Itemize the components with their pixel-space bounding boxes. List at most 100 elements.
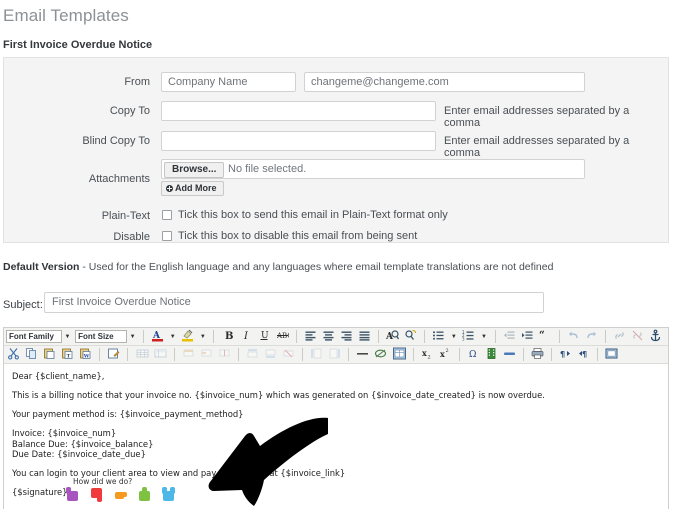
text-color-icon[interactable]: A [150, 329, 165, 344]
special-character-icon[interactable]: Ω [466, 347, 481, 362]
insert-row-before-icon[interactable] [245, 347, 260, 362]
hand-shape [163, 491, 175, 501]
toolbar-divider [494, 330, 496, 343]
editor-toolbar-row-1: Font Family▼ Font Size▼ A ▼ ▼ B I U ABC … [4, 328, 668, 346]
subject-label: Subject: [3, 299, 43, 311]
from-name-input[interactable]: Company Name [161, 72, 296, 92]
align-center-icon[interactable] [321, 329, 336, 344]
paste-icon[interactable] [42, 347, 57, 362]
rating-good[interactable] [138, 487, 151, 502]
insert-date-icon[interactable] [502, 347, 517, 362]
text-color-dropdown-icon[interactable]: ▼ [168, 330, 177, 343]
email-greeting: Dear {$client_name}, [12, 371, 105, 381]
subscript-icon[interactable]: x2 [420, 347, 435, 362]
email-template-page: Email Templates First Invoice Overdue No… [0, 0, 675, 509]
anchor-icon[interactable] [648, 329, 663, 344]
svg-text:2: 2 [427, 355, 430, 361]
blockquote-icon[interactable]: “ [538, 329, 553, 344]
print-icon[interactable] [530, 347, 545, 362]
paste-word-icon[interactable]: W [78, 347, 93, 362]
italic-icon[interactable]: I [239, 329, 254, 344]
remove-format-icon[interactable] [373, 347, 388, 362]
plain-text-checkbox[interactable] [162, 210, 172, 220]
toolbar-divider [597, 348, 599, 361]
font-family-dropdown-icon[interactable]: ▼ [63, 330, 72, 343]
bullet-list-icon[interactable] [431, 329, 446, 344]
insert-column-before-icon[interactable] [309, 347, 324, 362]
insert-row-after-icon[interactable] [263, 347, 278, 362]
add-more-attachment-button[interactable]: Add More [161, 181, 224, 196]
fullscreen-icon[interactable] [604, 347, 619, 362]
toolbar-divider [412, 348, 414, 361]
svg-text:2: 2 [445, 348, 448, 354]
hand-shape [67, 491, 78, 501]
underline-icon[interactable]: U [257, 329, 272, 344]
insert-table-icon[interactable] [135, 347, 150, 362]
cut-icon[interactable] [6, 347, 21, 362]
visual-aid-icon[interactable] [392, 347, 407, 362]
undo-icon[interactable] [566, 329, 581, 344]
paste-text-icon[interactable]: T [60, 347, 75, 362]
email-paragraph-1: This is a billing notice that your invoi… [12, 390, 545, 400]
link-icon[interactable] [612, 329, 627, 344]
bold-icon[interactable]: B [221, 329, 236, 344]
redo-icon[interactable] [584, 329, 599, 344]
rating-bad[interactable] [90, 487, 103, 502]
superscript-icon[interactable]: x2 [438, 347, 453, 362]
plain-text-checkbox-text: Tick this box to send this email in Plai… [178, 209, 448, 221]
insert-column-after-icon[interactable] [327, 347, 342, 362]
toolbar-divider [302, 348, 304, 361]
image-icon[interactable] [666, 329, 668, 344]
cell-properties-icon[interactable] [199, 347, 214, 362]
font-family-select[interactable]: Font Family [6, 330, 62, 343]
invoice-number-line: Invoice: {$invoice_num} [12, 428, 117, 438]
background-color-dropdown-icon[interactable]: ▼ [198, 330, 207, 343]
attachment-file-input[interactable]: Browse... No file selected. [161, 159, 585, 179]
editor-toolbar-row-2: T W x2 x2 Ω ¶ ¶ [4, 346, 668, 364]
hand-shape [139, 491, 151, 501]
browse-button[interactable]: Browse... [164, 162, 225, 178]
toolbar-divider [213, 330, 215, 343]
unlink-icon[interactable] [630, 329, 645, 344]
edit-icon[interactable] [106, 347, 121, 362]
bullet-list-dropdown-icon[interactable]: ▼ [449, 330, 458, 343]
subject-input[interactable]: First Invoice Overdue Notice [44, 292, 544, 313]
rtl-icon[interactable]: ¶ [576, 347, 591, 362]
ltr-icon[interactable]: ¶ [558, 347, 573, 362]
table-properties-icon[interactable] [153, 347, 168, 362]
disable-checkbox[interactable] [162, 231, 172, 241]
delete-row-icon[interactable] [281, 347, 296, 362]
rating-great[interactable] [162, 487, 176, 502]
horizontal-rule-icon[interactable] [355, 347, 370, 362]
merge-cells-icon[interactable] [217, 347, 232, 362]
blind-copy-to-input[interactable] [161, 131, 436, 151]
rating-awful[interactable] [66, 487, 79, 502]
align-left-icon[interactable] [303, 329, 318, 344]
align-right-icon[interactable] [339, 329, 354, 344]
font-size-dropdown-icon[interactable]: ▼ [128, 330, 137, 343]
outdent-icon[interactable] [502, 329, 517, 344]
find-icon[interactable]: A [385, 329, 400, 344]
strikethrough-icon[interactable]: ABC [275, 329, 290, 344]
align-justify-icon[interactable] [357, 329, 372, 344]
find-replace-icon[interactable] [403, 329, 418, 344]
indent-icon[interactable] [520, 329, 535, 344]
toolbar-divider [605, 330, 606, 343]
toolbar-divider [558, 330, 560, 343]
insert-media-icon[interactable] [484, 347, 499, 362]
toolbar-divider [99, 348, 101, 361]
background-color-icon[interactable] [180, 329, 195, 344]
svg-text:B: B [225, 331, 233, 342]
toolbar-divider [551, 348, 553, 361]
copy-to-input[interactable] [161, 101, 436, 121]
copy-icon[interactable] [24, 347, 39, 362]
row-properties-icon[interactable] [181, 347, 196, 362]
blind-copy-to-hint: Enter email addresses separated by a com… [444, 135, 630, 159]
from-email-input[interactable]: changeme@changeme.com [304, 72, 585, 92]
numbered-list-icon[interactable]: 123 [461, 329, 476, 344]
rating-ok[interactable] [114, 487, 128, 502]
numbered-list-dropdown-icon[interactable]: ▼ [480, 330, 489, 343]
feedback-rating-list [66, 487, 183, 502]
font-size-select[interactable]: Font Size [75, 330, 128, 343]
svg-text:x: x [440, 349, 445, 359]
